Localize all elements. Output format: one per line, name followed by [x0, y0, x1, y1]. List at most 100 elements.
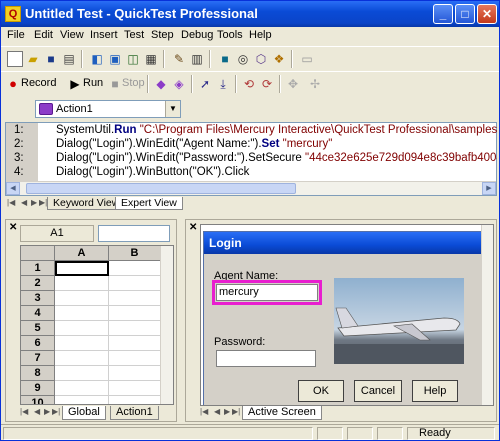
checkpoint-icon[interactable]: ✎: [171, 51, 187, 67]
action-selector[interactable]: Action1 ▼: [35, 100, 181, 118]
close-button[interactable]: ✕: [477, 4, 497, 24]
grid-cell[interactable]: [55, 291, 109, 306]
grid-cell[interactable]: [55, 321, 109, 336]
code-line[interactable]: 2: Dialog("Login").WinEdit("Agent Name:"…: [6, 138, 497, 152]
stop-icon[interactable]: ■: [107, 76, 123, 92]
grid-cell[interactable]: [55, 381, 109, 396]
grid-cell[interactable]: [109, 321, 161, 336]
record-icon[interactable]: ●: [5, 76, 21, 92]
disabled-breakpoint-icon[interactable]: ✥: [285, 76, 301, 92]
scroll-thumb[interactable]: [26, 183, 296, 194]
sheet-next-icon[interactable]: ▶: [44, 407, 50, 416]
row-header[interactable]: 9: [21, 381, 55, 396]
grid-cell[interactable]: [109, 276, 161, 291]
scroll-left-icon[interactable]: ◀: [6, 182, 20, 195]
tab-first-icon[interactable]: |◀: [7, 198, 15, 207]
grid-cell[interactable]: [55, 351, 109, 366]
sheet-tab-global[interactable]: Global: [62, 406, 106, 420]
save-icon[interactable]: ■: [43, 51, 59, 67]
sheet-last-icon[interactable]: ▶|: [52, 407, 60, 416]
row-header[interactable]: 2: [21, 276, 55, 291]
column-header-b[interactable]: B: [109, 246, 161, 261]
title-bar[interactable]: Q Untitled Test - QuickTest Professional…: [1, 1, 499, 27]
tab-last-icon[interactable]: ▶|: [232, 407, 240, 416]
insert-step-icon[interactable]: ◆: [153, 76, 169, 92]
tab-keyword-view[interactable]: Keyword View: [47, 197, 126, 210]
debug-icon[interactable]: ⟲: [241, 76, 257, 92]
grid-cell[interactable]: [109, 336, 161, 351]
menu-tools[interactable]: Tools: [217, 29, 243, 41]
tab-expert-view[interactable]: Expert View: [115, 197, 183, 210]
print-icon[interactable]: ▤: [61, 51, 77, 67]
test-flow-icon[interactable]: ◧: [89, 51, 105, 67]
row-header[interactable]: 5: [21, 321, 55, 336]
row-header[interactable]: 4: [21, 306, 55, 321]
active-screen-vertical-scrollbar[interactable]: [481, 225, 493, 405]
password-field[interactable]: [216, 350, 316, 367]
grid-cell[interactable]: [109, 351, 161, 366]
row-header[interactable]: 1: [21, 261, 55, 276]
grid-cell[interactable]: [55, 336, 109, 351]
grid-cell[interactable]: [109, 306, 161, 321]
active-screen-view[interactable]: Login Agent Name: mercury Password: OK C…: [200, 224, 494, 406]
object-repository-icon[interactable]: ■: [217, 51, 233, 67]
chevron-down-icon[interactable]: ▼: [165, 101, 180, 117]
debug-run-icon[interactable]: ⟳: [259, 76, 275, 92]
tab-active-screen[interactable]: Active Screen: [242, 406, 322, 420]
grid-cell[interactable]: [55, 396, 109, 404]
tab-last-icon[interactable]: ▶|: [39, 198, 47, 207]
grid-cell[interactable]: [109, 381, 161, 396]
disabled-clear-icon[interactable]: ✢: [307, 76, 323, 92]
new-icon[interactable]: [7, 51, 23, 67]
row-header[interactable]: 6: [21, 336, 55, 351]
scroll-right-icon[interactable]: ▶: [482, 182, 496, 195]
menu-view[interactable]: View: [60, 29, 84, 41]
call-action-icon[interactable]: ◈: [171, 76, 187, 92]
data-grid[interactable]: A B 1 2 3 4 5 6 7 8 9 10: [20, 245, 174, 405]
menu-help[interactable]: Help: [249, 29, 272, 41]
ok-button[interactable]: OK: [298, 380, 344, 402]
grid-cell[interactable]: [109, 291, 161, 306]
menu-insert[interactable]: Insert: [90, 29, 118, 41]
grid-cell[interactable]: [109, 396, 161, 404]
cancel-button[interactable]: Cancel: [354, 380, 402, 402]
record-button[interactable]: Record: [21, 77, 56, 89]
grid-cell[interactable]: [55, 276, 109, 291]
horizontal-scrollbar[interactable]: ◀ ▶: [6, 181, 496, 195]
menu-step[interactable]: Step: [151, 29, 174, 41]
run-button[interactable]: Run: [83, 77, 103, 89]
sheet-first-icon[interactable]: |◀: [20, 407, 28, 416]
resources-icon[interactable]: ▣: [107, 51, 123, 67]
expert-view-editor[interactable]: 1: SystemUtil.Run "C:\Program Files\Merc…: [5, 122, 497, 196]
tab-next-icon[interactable]: ▶: [31, 198, 37, 207]
selected-cell[interactable]: [55, 261, 109, 276]
menu-test[interactable]: Test: [124, 29, 144, 41]
options-icon[interactable]: ❖: [271, 51, 287, 67]
run-icon[interactable]: ▶: [67, 76, 83, 92]
row-header[interactable]: 10: [21, 396, 55, 404]
menu-file[interactable]: File: [7, 29, 25, 41]
sheet-tab-action1[interactable]: Action1: [110, 406, 159, 420]
maximize-button[interactable]: □: [455, 4, 475, 24]
step-into-icon[interactable]: ➚: [197, 76, 213, 92]
tab-next-icon[interactable]: ▶: [224, 407, 230, 416]
row-header[interactable]: 7: [21, 351, 55, 366]
row-header[interactable]: 8: [21, 366, 55, 381]
grid-cell[interactable]: [55, 306, 109, 321]
open-folder-icon[interactable]: ▰: [25, 51, 41, 67]
stop-button[interactable]: Stop: [122, 77, 145, 89]
action-icon[interactable]: ◫: [125, 51, 141, 67]
disabled-tool-icon[interactable]: ▭: [299, 51, 315, 67]
help-button[interactable]: Help: [412, 380, 458, 402]
recovery-icon[interactable]: ⬡: [253, 51, 269, 67]
step-over-icon[interactable]: ⤓: [215, 76, 231, 92]
close-icon[interactable]: ✕: [9, 222, 17, 233]
menu-debug[interactable]: Debug: [181, 29, 213, 41]
close-icon[interactable]: ✕: [189, 222, 197, 233]
tab-prev-icon[interactable]: ◀: [214, 407, 220, 416]
menu-edit[interactable]: Edit: [34, 29, 53, 41]
tab-first-icon[interactable]: |◀: [200, 407, 208, 416]
code-line[interactable]: 4: Dialog("Login").WinButton("OK").Click: [6, 166, 497, 180]
row-header[interactable]: 3: [21, 291, 55, 306]
minimize-button[interactable]: _: [433, 4, 453, 24]
